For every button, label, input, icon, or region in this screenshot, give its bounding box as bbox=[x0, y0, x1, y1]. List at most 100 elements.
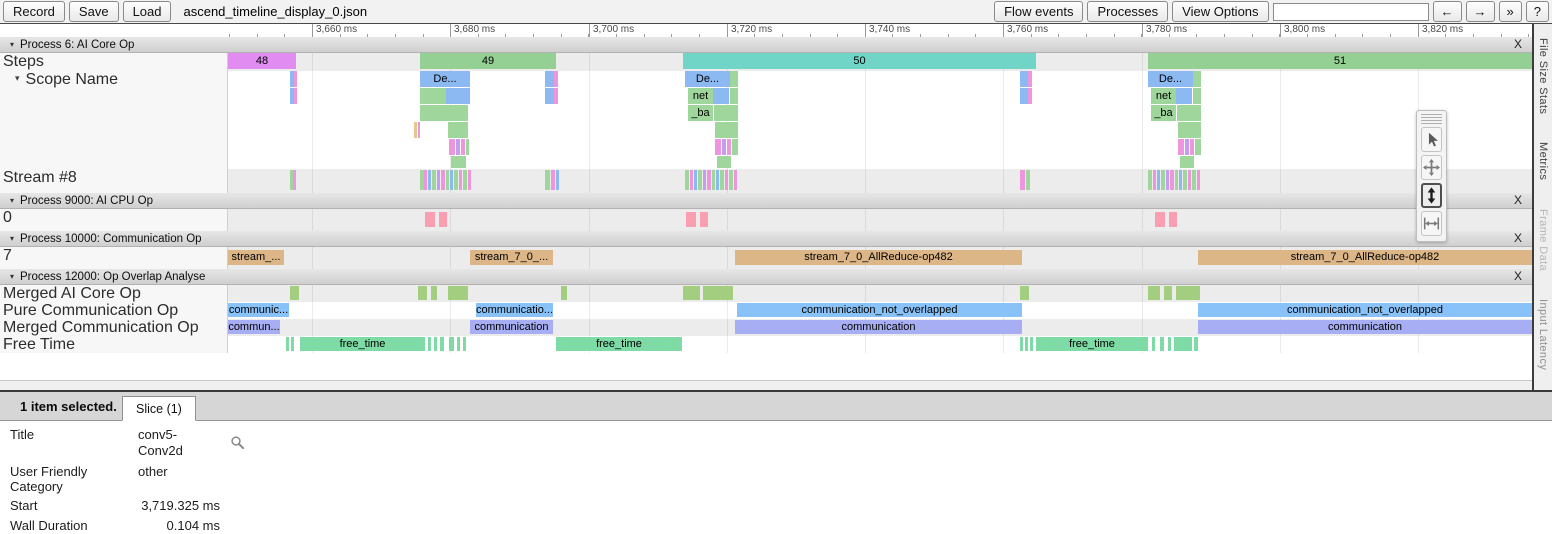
timeline-slice[interactable]: 49 bbox=[420, 53, 556, 69]
timeline-slice[interactable] bbox=[1176, 88, 1192, 104]
search-input[interactable] bbox=[1273, 3, 1429, 21]
timeline-slice[interactable] bbox=[434, 337, 437, 351]
process-header[interactable]: ▾Process 6: AI Core OpX bbox=[0, 37, 1532, 53]
timeline-slice[interactable] bbox=[713, 88, 729, 104]
timeline-slice[interactable] bbox=[1176, 286, 1200, 300]
timeline-slice[interactable] bbox=[449, 139, 455, 155]
timeline-slice[interactable]: net bbox=[688, 88, 713, 104]
timeline-slice[interactable] bbox=[703, 170, 706, 190]
close-process-button[interactable]: X bbox=[1514, 231, 1522, 246]
expand-search-button[interactable]: » bbox=[1499, 1, 1522, 22]
process-header[interactable]: ▾Process 12000: Op Overlap AnalyseX bbox=[0, 269, 1532, 285]
help-button[interactable]: ? bbox=[1526, 1, 1549, 22]
timeline-slice[interactable] bbox=[1190, 139, 1194, 155]
timeline-slice[interactable]: free_time bbox=[300, 337, 425, 351]
timeline-slice[interactable] bbox=[1168, 337, 1171, 351]
timeline-slice[interactable] bbox=[1026, 170, 1030, 190]
timeline-slice[interactable] bbox=[432, 170, 436, 190]
timeline-slice[interactable] bbox=[431, 286, 437, 300]
timeline-slice[interactable] bbox=[286, 337, 289, 351]
timeline-slice[interactable] bbox=[1177, 105, 1201, 121]
timeline-slice[interactable] bbox=[545, 71, 554, 87]
timeline-slice[interactable] bbox=[1179, 170, 1182, 190]
magnifier-icon[interactable] bbox=[230, 435, 245, 453]
timeline-slice[interactable] bbox=[1188, 170, 1191, 190]
timeline-slice[interactable] bbox=[290, 286, 299, 300]
timeline-slice[interactable]: stream_7_0_... bbox=[470, 250, 553, 265]
timeline-slice[interactable] bbox=[1020, 337, 1023, 351]
timeline-slice[interactable] bbox=[1157, 170, 1160, 190]
timeline-slice[interactable] bbox=[1161, 170, 1165, 190]
collapse-triangle-icon[interactable]: ▾ bbox=[10, 41, 14, 49]
timeline-slice[interactable] bbox=[1025, 337, 1028, 351]
timeline-slice[interactable] bbox=[450, 170, 453, 190]
timeline-slice[interactable] bbox=[722, 139, 726, 155]
timeline-slice[interactable] bbox=[1028, 71, 1032, 87]
timeline-slice[interactable]: free_time bbox=[556, 337, 682, 351]
timeline-slice[interactable] bbox=[1164, 286, 1172, 300]
timeline-slice[interactable] bbox=[446, 88, 470, 104]
pan-tool-button[interactable] bbox=[1421, 155, 1442, 180]
timeline-slice[interactable] bbox=[1169, 212, 1177, 227]
timeline-slice[interactable] bbox=[1153, 170, 1156, 190]
timeline-slice[interactable] bbox=[294, 88, 297, 104]
timeline-slice[interactable]: 50 bbox=[683, 53, 1036, 69]
selection-tool-button[interactable] bbox=[1421, 127, 1442, 152]
timeline-slice[interactable] bbox=[457, 337, 460, 351]
timeline-slice[interactable] bbox=[463, 170, 467, 190]
record-button[interactable]: Record bbox=[3, 1, 65, 22]
close-process-button[interactable]: X bbox=[1514, 37, 1522, 52]
timeline-slice[interactable] bbox=[468, 170, 471, 190]
timeline-slice[interactable]: _ba bbox=[1151, 105, 1176, 121]
find-next-button[interactable]: → bbox=[1466, 1, 1495, 22]
timeline-slice[interactable] bbox=[1020, 88, 1028, 104]
view-options-button[interactable]: View Options bbox=[1172, 1, 1268, 22]
timeline-slice[interactable] bbox=[715, 122, 738, 138]
timeline-slice[interactable] bbox=[420, 88, 446, 104]
timeline-slice[interactable] bbox=[554, 71, 558, 87]
timeline-slice[interactable] bbox=[1020, 170, 1025, 190]
tab-slice[interactable]: Slice (1) bbox=[122, 396, 196, 421]
timeline-slice[interactable] bbox=[441, 170, 445, 190]
timeline-slice[interactable] bbox=[712, 170, 715, 190]
timeline-slice[interactable]: 48 bbox=[228, 53, 296, 69]
timeline-slice[interactable] bbox=[461, 139, 465, 155]
timeline-slice[interactable] bbox=[720, 170, 724, 190]
timeline-slice[interactable] bbox=[714, 105, 738, 121]
timeline-slice[interactable] bbox=[730, 88, 738, 104]
timeline-slice[interactable] bbox=[466, 139, 469, 155]
timeline-slice[interactable] bbox=[1160, 337, 1164, 351]
timeline-slice[interactable] bbox=[545, 170, 550, 190]
timeline-slice[interactable] bbox=[1194, 337, 1198, 351]
timeline-slice[interactable]: _ba bbox=[688, 105, 713, 121]
timeline-slice[interactable] bbox=[1175, 170, 1178, 190]
timeline-slice[interactable] bbox=[1028, 88, 1032, 104]
timeline-slice[interactable] bbox=[1193, 71, 1201, 87]
timeline-slice[interactable]: De... bbox=[420, 71, 470, 87]
load-button[interactable]: Load bbox=[123, 1, 172, 22]
timeline-slice[interactable]: net bbox=[1151, 88, 1176, 104]
timeline-slice[interactable] bbox=[418, 286, 427, 300]
timeline-slice[interactable] bbox=[730, 71, 738, 87]
timeline-slice[interactable] bbox=[1148, 286, 1160, 300]
horizontal-scrollbar[interactable] bbox=[0, 380, 1532, 390]
timeline-slice[interactable]: De... bbox=[685, 71, 730, 87]
timeline-slice[interactable]: communication bbox=[470, 320, 553, 334]
timeline-slice[interactable] bbox=[725, 170, 728, 190]
timeline-slice[interactable] bbox=[715, 139, 721, 155]
timeline-slice[interactable] bbox=[1178, 122, 1201, 138]
timeline-slice[interactable] bbox=[418, 122, 420, 138]
timeline-slice[interactable]: De... bbox=[1148, 71, 1193, 87]
timeline-slice[interactable]: communication bbox=[1198, 320, 1532, 334]
timeline-slice[interactable] bbox=[1148, 170, 1152, 190]
flow-events-button[interactable]: Flow events bbox=[994, 1, 1083, 22]
collapse-triangle-icon[interactable]: ▾ bbox=[10, 273, 14, 281]
timeline-slice[interactable] bbox=[451, 156, 466, 168]
timeline-slice[interactable] bbox=[1195, 139, 1201, 155]
timeline-slice[interactable] bbox=[448, 122, 468, 138]
timeline-slice[interactable] bbox=[291, 337, 294, 351]
timeline-slice[interactable] bbox=[294, 71, 297, 87]
timeline-slice[interactable] bbox=[694, 170, 697, 190]
collapse-triangle-icon[interactable]: ▾ bbox=[10, 235, 14, 243]
timeline-slice[interactable] bbox=[439, 212, 447, 227]
